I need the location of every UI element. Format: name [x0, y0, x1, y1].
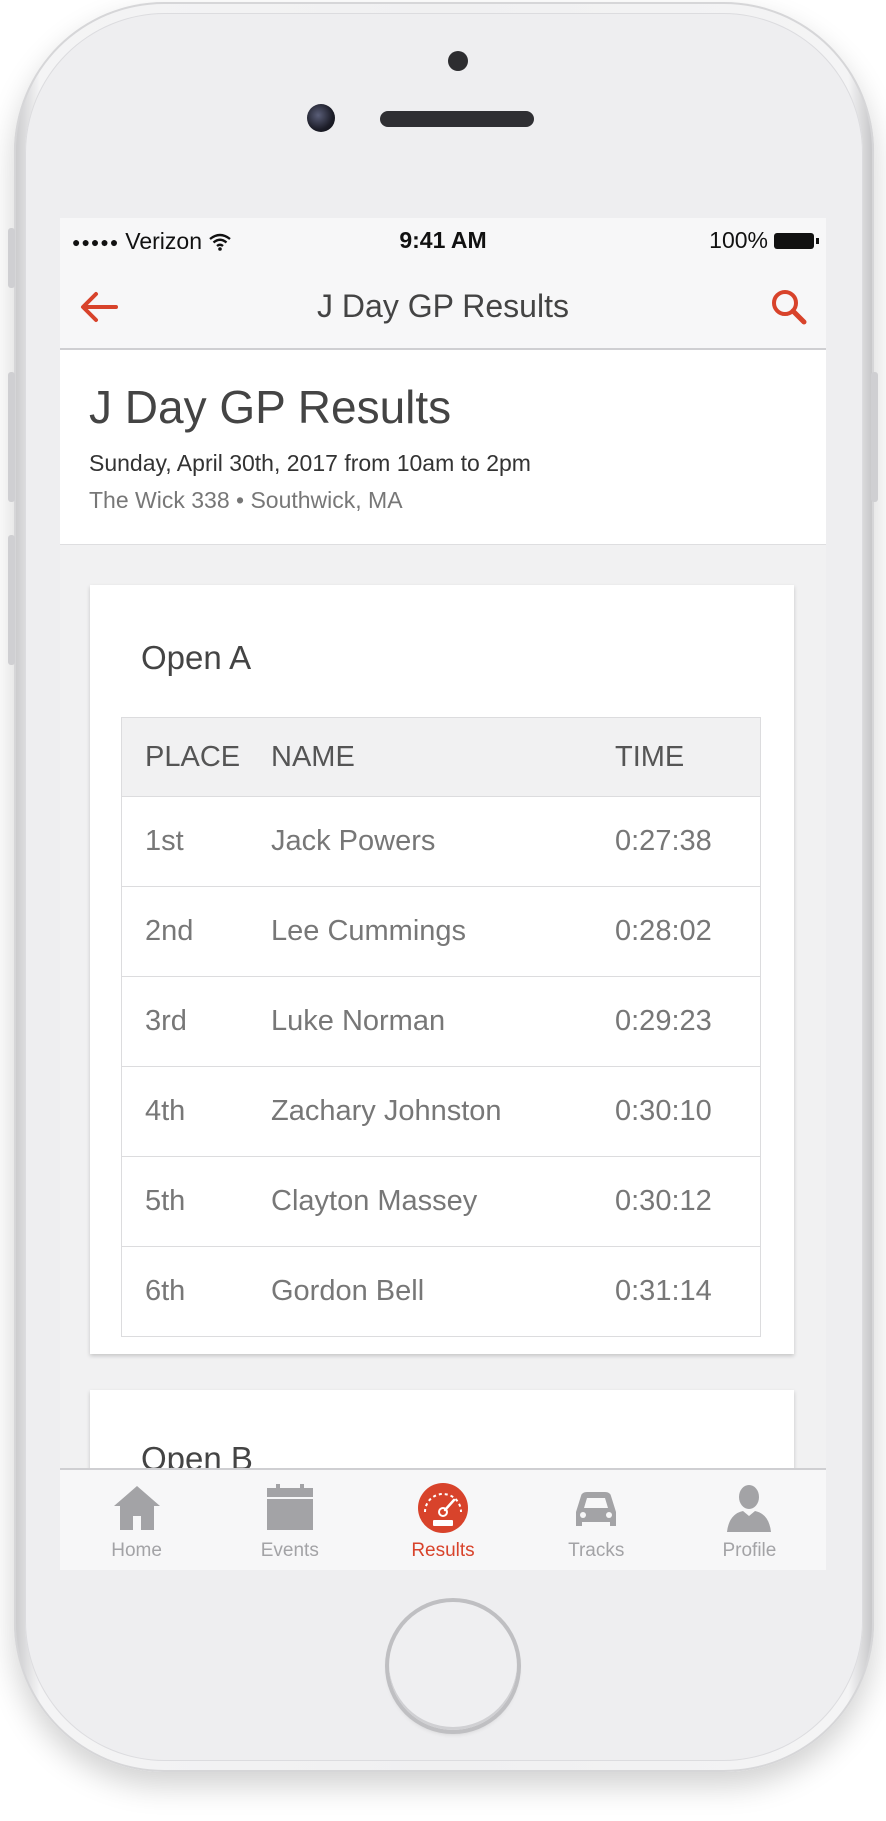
place-cell: 2nd: [121, 886, 270, 977]
event-title: J Day GP Results: [89, 381, 452, 433]
calendar-icon: [266, 1484, 313, 1530]
tab-events[interactable]: Events: [213, 1470, 366, 1570]
table-row: 6th Gordon Bell 0:31:14: [122, 1247, 761, 1337]
place-cell: 3rd: [121, 976, 270, 1067]
nav-title: J Day GP Results: [317, 288, 569, 324]
name-cell: Jack Powers: [270, 796, 614, 887]
search-icon[interactable]: [766, 284, 812, 330]
earpiece-speaker: [380, 111, 534, 127]
tab-label: Profile: [722, 1540, 777, 1561]
tab-label: Results: [411, 1540, 475, 1561]
place-cell: 5th: [121, 1156, 270, 1247]
table-row: 5th Clayton Massey 0:30:12: [121, 1156, 761, 1247]
speedometer-icon: [418, 1483, 468, 1533]
proximity-sensor: [448, 51, 468, 71]
time-cell: 0:30:12: [614, 1156, 761, 1247]
battery-icon: [774, 232, 819, 249]
column-header-place: PLACE: [121, 717, 270, 797]
results-card-open-a: Open A PLACE NAME TIME 1st Jack Powers 0…: [90, 585, 794, 1354]
time-cell: 0:31:14: [615, 1275, 712, 1307]
time-cell: 0:27:38: [614, 796, 761, 887]
time-cell: 0:29:23: [614, 976, 761, 1067]
status-bar: ●●●●● Verizon 9:41 AM 100%: [60, 218, 826, 264]
tab-results[interactable]: Results: [366, 1470, 519, 1570]
tab-bar: Home Events Results Tracks Profile: [60, 1468, 826, 1570]
volume-down-button: [8, 535, 15, 665]
column-header-name: NAME: [270, 717, 614, 797]
column-header-time: TIME: [614, 717, 761, 797]
person-icon: [727, 1485, 772, 1532]
table-row: 4th Zachary Johnston 0:30:10: [121, 1066, 761, 1157]
name-cell: Luke Norman: [270, 976, 614, 1067]
place-cell: 4th: [121, 1066, 270, 1157]
name-cell: Gordon Bell: [271, 1275, 425, 1307]
tab-label: Home: [111, 1540, 162, 1561]
tab-home[interactable]: Home: [60, 1470, 213, 1570]
class-title: Open A: [141, 639, 252, 676]
name-cell: Clayton Massey: [270, 1156, 614, 1247]
table-row: 3rd Luke Norman 0:29:23: [121, 976, 761, 1067]
event-venue: The Wick 338 • Southwick, MA: [89, 487, 403, 513]
volume-up-button: [8, 372, 15, 502]
place-cell: 6th: [145, 1275, 186, 1307]
place-cell: 1st: [121, 796, 270, 887]
tab-tracks[interactable]: Tracks: [520, 1470, 673, 1570]
car-icon: [576, 1492, 617, 1526]
app-screen: ●●●●● Verizon 9:41 AM 100% J Day GP Resu…: [60, 218, 826, 1570]
name-cell: Lee Cummings: [270, 886, 614, 977]
navigation-bar: J Day GP Results: [60, 264, 826, 350]
power-button: [871, 372, 878, 502]
battery-percent: 100%: [709, 227, 768, 253]
table-header-row: PLACE NAME TIME: [121, 717, 761, 797]
event-date: Sunday, April 30th, 2017 from 10am to 2p…: [89, 450, 531, 476]
home-icon: [113, 1486, 160, 1530]
front-camera: [307, 104, 335, 132]
results-table: PLACE NAME TIME 1st Jack Powers 0:27:38 …: [121, 717, 761, 1337]
time-cell: 0:30:10: [614, 1066, 761, 1157]
table-row: 1st Jack Powers 0:27:38: [121, 796, 761, 887]
tab-label: Tracks: [568, 1540, 625, 1561]
tab-label: Events: [260, 1540, 319, 1561]
time-cell: 0:28:02: [614, 886, 761, 977]
tab-profile[interactable]: Profile: [673, 1470, 826, 1570]
event-header: J Day GP Results Sunday, April 30th, 201…: [60, 350, 826, 545]
name-cell: Zachary Johnston: [270, 1066, 614, 1157]
home-button[interactable]: [389, 1602, 517, 1730]
table-row: 2nd Lee Cummings 0:28:02: [121, 886, 761, 977]
mute-switch: [8, 228, 15, 288]
